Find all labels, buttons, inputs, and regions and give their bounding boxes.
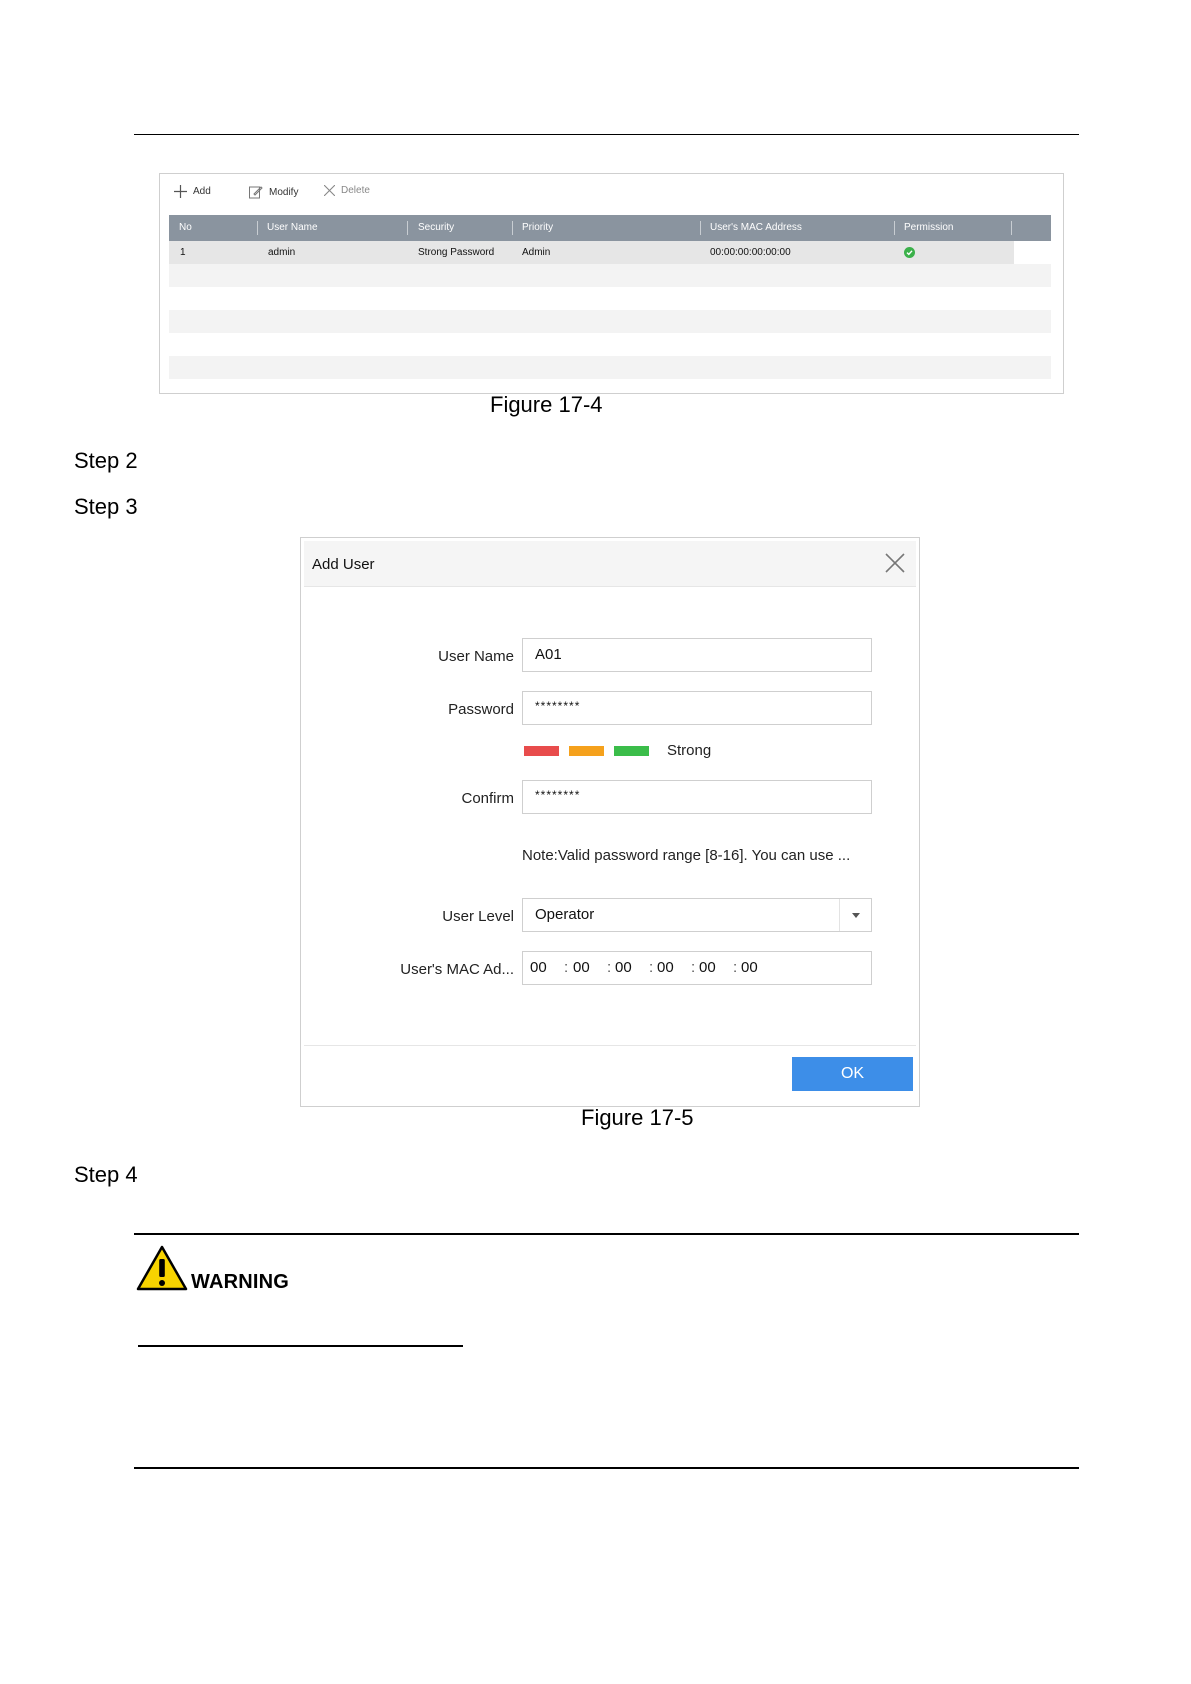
- add-button[interactable]: Add: [174, 185, 211, 198]
- dialog-header: Add User: [304, 541, 916, 587]
- table-row: [169, 264, 1051, 287]
- password-note: Note:Valid password range [8-16]. You ca…: [522, 847, 851, 864]
- mac-separator: :: [564, 959, 569, 976]
- column-divider: [894, 221, 895, 235]
- column-header-user-name: User Name: [267, 222, 318, 233]
- confirm-value: ********: [535, 788, 581, 802]
- step-label: Step 2: [74, 448, 138, 473]
- column-header-no: No: [179, 222, 192, 233]
- check-circle-icon: [904, 247, 915, 258]
- mac-separator: :: [607, 959, 612, 976]
- column-header-priority: Priority: [522, 222, 554, 233]
- password-value: ********: [535, 699, 581, 713]
- modify-label: Modify: [269, 186, 299, 198]
- password-input[interactable]: ********: [522, 691, 872, 725]
- table-row: [169, 356, 1051, 379]
- step-label: Step 4: [74, 1162, 138, 1187]
- mac-octet-3[interactable]: 00: [615, 952, 632, 984]
- warning-underline: [138, 1345, 463, 1347]
- user-level-value: Operator: [535, 906, 595, 923]
- cell-security: Strong Password: [418, 247, 495, 258]
- mac-address-label: User's MAC Ad...: [400, 961, 514, 978]
- user-name-input[interactable]: A01: [522, 638, 872, 672]
- delete-button[interactable]: Delete: [324, 185, 370, 196]
- dialog-title: Add User: [312, 556, 375, 573]
- delete-label: Delete: [341, 185, 370, 196]
- user-list-panel: Add Modify Delete No User Name Security …: [159, 173, 1064, 394]
- strength-bar-strong: [614, 746, 649, 756]
- column-divider: [1011, 221, 1012, 235]
- add-user-dialog: Add User User Name A01 Password ********…: [300, 537, 920, 1107]
- confirm-input[interactable]: ********: [522, 780, 872, 814]
- user-name-value: A01: [535, 646, 562, 663]
- figure-caption: Figure 17-5: [581, 1105, 694, 1130]
- warning-label: WARNING: [191, 1271, 290, 1293]
- cell-no: 1: [180, 247, 186, 258]
- mac-octet-6[interactable]: 00: [741, 952, 758, 984]
- mac-separator: :: [691, 959, 696, 976]
- warning-icon: [136, 1245, 188, 1291]
- mac-separator: :: [649, 959, 654, 976]
- table-row[interactable]: 1 admin Strong Password Admin 00:00:00:0…: [169, 241, 1014, 264]
- confirm-label: Confirm: [461, 790, 514, 807]
- modify-button[interactable]: Modify: [249, 185, 298, 199]
- user-level-select[interactable]: Operator: [522, 898, 872, 932]
- warning-bottom-rule: [134, 1467, 1079, 1469]
- warning-top-rule: [134, 1233, 1079, 1235]
- cell-user-name: admin: [268, 247, 296, 258]
- mac-octet-2[interactable]: 00: [573, 952, 590, 984]
- add-label: Add: [193, 186, 211, 197]
- chevron-down-icon[interactable]: [839, 899, 871, 931]
- strength-bar-weak: [524, 746, 559, 756]
- column-header-permission: Permission: [904, 222, 954, 233]
- cell-priority: Admin: [522, 247, 551, 258]
- mac-octet-4[interactable]: 00: [657, 952, 674, 984]
- user-name-label: User Name: [438, 648, 514, 665]
- column-divider: [512, 221, 513, 235]
- ok-button[interactable]: OK: [792, 1057, 913, 1091]
- mac-address-input[interactable]: 00 : 00 : 00 : 00 : 00 : 00: [522, 951, 872, 985]
- mac-octet-1[interactable]: 00: [530, 952, 547, 984]
- step-label: Step 3: [74, 494, 138, 519]
- close-icon[interactable]: [884, 552, 906, 574]
- column-divider: [257, 221, 258, 235]
- user-level-label: User Level: [442, 908, 514, 925]
- table-header: No User Name Security Priority User's MA…: [169, 215, 1051, 241]
- table-row: [169, 310, 1051, 333]
- password-label: Password: [448, 701, 514, 718]
- close-icon: [324, 185, 335, 196]
- strength-bar-medium: [569, 746, 604, 756]
- plus-icon: [174, 185, 187, 198]
- header-rule: [134, 134, 1079, 135]
- column-divider: [407, 221, 408, 235]
- column-header-mac: User's MAC Address: [710, 222, 802, 233]
- figure-caption: Figure 17-4: [490, 392, 603, 417]
- mac-octet-5[interactable]: 00: [699, 952, 716, 984]
- mac-separator: :: [733, 959, 738, 976]
- dialog-footer-divider: [304, 1045, 916, 1046]
- password-strength-label: Strong: [667, 742, 712, 759]
- column-header-security: Security: [418, 222, 455, 233]
- column-divider: [700, 221, 701, 235]
- cell-mac: 00:00:00:00:00:00: [710, 247, 791, 258]
- edit-icon: [249, 186, 263, 199]
